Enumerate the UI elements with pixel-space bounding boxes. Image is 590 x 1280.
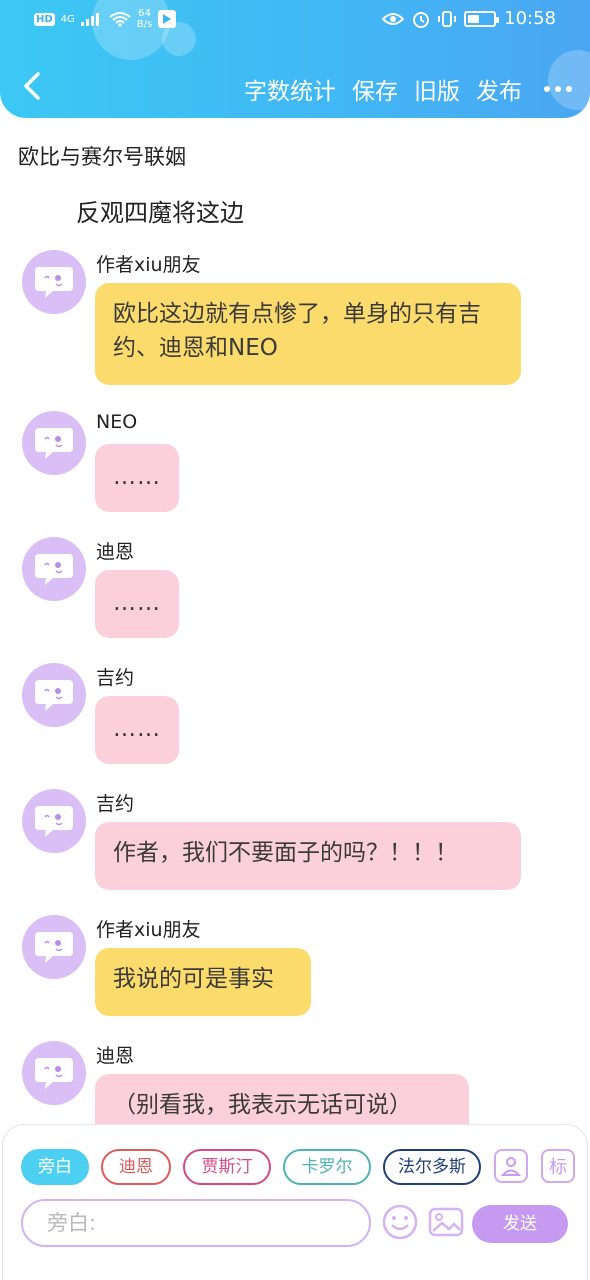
story-title: 欧比与赛尔号联姻 xyxy=(18,145,186,169)
battery-icon xyxy=(464,10,500,27)
tag-icon[interactable]: 标 xyxy=(541,1149,575,1183)
speaker-name: 作者xiu朋友 xyxy=(96,254,201,276)
character-chip[interactable]: 旁白 xyxy=(21,1149,89,1185)
hd-badge: HD xyxy=(34,12,55,26)
top-nav: 字数统计 保存 旧版 发布 xyxy=(0,60,590,116)
eye-icon xyxy=(382,12,405,25)
speaker-name: 吉约 xyxy=(96,793,135,815)
character-chip[interactable]: 法尔多斯 xyxy=(383,1149,481,1185)
send-button[interactable]: 发送 xyxy=(472,1205,568,1243)
alarm-icon xyxy=(413,11,430,28)
speaker-avatar[interactable] xyxy=(22,789,86,853)
image-icon[interactable] xyxy=(427,1203,465,1241)
more-icon[interactable] xyxy=(544,74,572,104)
speaker-avatar[interactable] xyxy=(22,915,86,979)
composer-panel: 旁白迪恩贾斯汀卡罗尔法尔多斯 标 发送 xyxy=(2,1124,588,1280)
net-speed-unit: B/s xyxy=(136,19,153,30)
speaker-avatar[interactable] xyxy=(22,537,86,601)
battery-level xyxy=(468,14,479,23)
character-chip[interactable]: 贾斯汀 xyxy=(183,1149,271,1185)
speaker-name: 作者xiu朋友 xyxy=(96,919,201,941)
message-bubble[interactable]: …… xyxy=(95,444,179,512)
app-header: HD 4G 64 B/s 10:58 字数统计 保存 旧版 发布 xyxy=(0,0,590,118)
message-input[interactable] xyxy=(21,1199,371,1247)
message-bubble[interactable]: 作者，我们不要面子的吗？！！！ xyxy=(95,822,521,890)
speaker-avatar[interactable] xyxy=(22,411,86,475)
message-bubble[interactable]: …… xyxy=(95,570,179,638)
character-chip[interactable]: 卡罗尔 xyxy=(283,1149,371,1185)
message-bubble[interactable]: 我说的可是事实 xyxy=(95,948,311,1016)
message-bubble[interactable]: …… xyxy=(95,696,179,764)
vibrate-icon xyxy=(438,10,457,27)
back-arrow-icon[interactable] xyxy=(16,68,52,104)
wifi-icon xyxy=(109,12,131,27)
emoji-icon[interactable] xyxy=(381,1203,419,1241)
add-character-icon[interactable] xyxy=(494,1149,528,1183)
speaker-avatar[interactable] xyxy=(22,250,86,314)
speaker-name: NEO xyxy=(96,411,138,433)
app-notification-icon xyxy=(158,10,177,28)
character-chip[interactable]: 迪恩 xyxy=(101,1149,171,1185)
net-speed: 64 B/s xyxy=(137,8,152,30)
header-actions: 字数统计 保存 旧版 发布 xyxy=(228,72,572,106)
net-speed-value: 64 xyxy=(138,8,151,19)
clock: 10:58 xyxy=(504,8,556,29)
narration-text[interactable]: 反观四魔将这边 xyxy=(76,193,244,228)
speaker-avatar[interactable] xyxy=(22,663,86,727)
publish-button[interactable]: 发布 xyxy=(476,72,522,106)
message-bubble[interactable]: 欧比这边就有点惨了，单身的只有吉约、迪恩和NEO xyxy=(95,283,521,385)
speaker-avatar[interactable] xyxy=(22,1041,86,1105)
tag-icon-label: 标 xyxy=(549,1157,567,1178)
signal-icon xyxy=(80,13,99,26)
word-count-button[interactable]: 字数统计 xyxy=(244,72,336,106)
speaker-name: 迪恩 xyxy=(96,1045,135,1067)
status-bar: HD 4G 64 B/s 10:58 xyxy=(0,0,590,42)
old-version-button[interactable]: 旧版 xyxy=(414,72,460,106)
speaker-name: 吉约 xyxy=(96,667,135,689)
speaker-name: 迪恩 xyxy=(96,541,135,563)
save-button[interactable]: 保存 xyxy=(352,72,398,106)
network-type: 4G xyxy=(60,13,75,25)
